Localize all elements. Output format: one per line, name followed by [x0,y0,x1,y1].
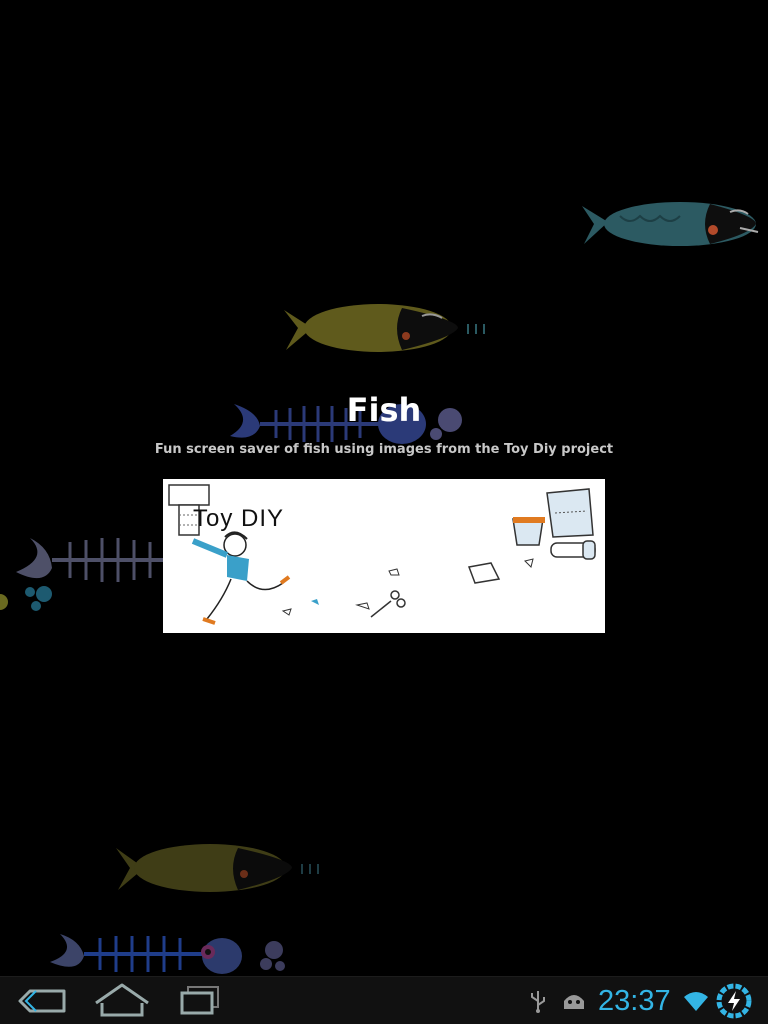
olive-fish [284,304,485,352]
home-icon [95,983,149,1017]
wifi-icon [684,992,708,1011]
screensaver-title: Fish [346,391,422,429]
recent-apps-icon [180,986,219,1015]
dark-olive-fish [116,844,319,892]
banner-illustration [168,484,596,625]
back-icon [18,989,66,1013]
android-debug-icon [564,995,584,1009]
usb-icon [531,991,545,1013]
screensaver-preview-screen: Fish Fun screen saver of fish using imag… [0,0,768,1024]
toy-diy-logo: Toy DIY [193,505,285,532]
system-bar: 23:37 [0,976,768,1024]
back-button[interactable] [12,977,72,1024]
toy-diy-banner: Toy DIY [163,479,605,633]
screensaver-description: Fun screen saver of fish using images fr… [154,442,614,457]
recent-apps-button[interactable] [176,977,226,1024]
teal-fish [582,202,759,246]
battery-charging-button[interactable] [714,983,754,1019]
skeleton-fish-bottom [50,934,285,974]
clock: 23:37 [598,985,671,1017]
home-button[interactable] [90,977,154,1024]
battery-charging-icon [716,983,752,1019]
skeleton-fish-grey [0,538,170,611]
